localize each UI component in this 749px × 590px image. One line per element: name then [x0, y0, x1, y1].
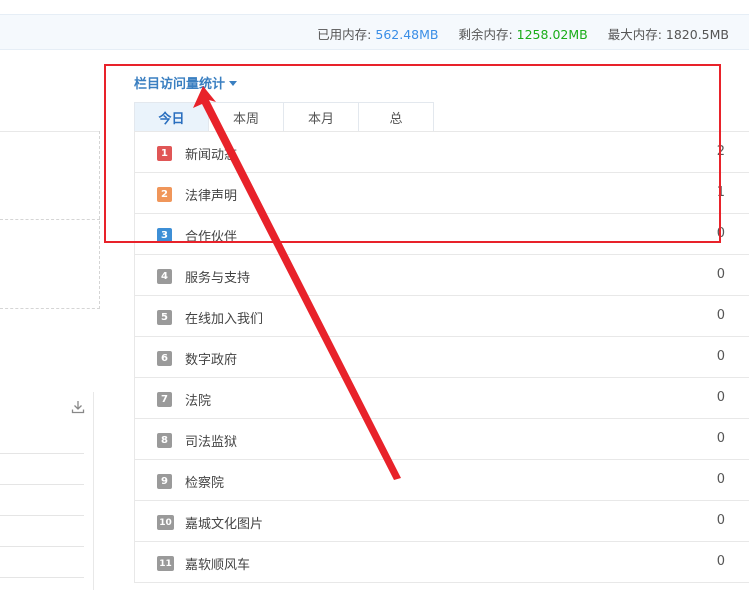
list-item[interactable]: 4 服务与支持 0 [135, 255, 749, 296]
column-name: 合作伙伴 [185, 230, 238, 245]
visit-count: 0 [716, 390, 725, 405]
rank-badge: 11 [157, 556, 174, 571]
used-memory-label: 已用内存: [317, 27, 372, 42]
free-memory-label: 剩余内存: [458, 27, 513, 42]
list-item[interactable]: 5 在线加入我们 0 [135, 296, 749, 337]
list-item[interactable]: 10 嘉城文化图片 0 [135, 501, 749, 542]
column-name: 司法监狱 [185, 435, 238, 450]
column-name: 在线加入我们 [185, 312, 264, 327]
memory-status-bar: 已用内存: 562.48MB 剩余内存: 1258.02MB 最大内存: 182… [0, 14, 749, 50]
list-item[interactable]: 3 合作伙伴 0 [135, 214, 749, 255]
column-name: 检察院 [185, 476, 225, 491]
visit-count: 0 [716, 513, 725, 528]
left-panel-box [0, 131, 100, 309]
rank-badge: 5 [157, 310, 172, 325]
visit-count: 0 [716, 431, 725, 446]
rank-badge: 4 [157, 269, 172, 284]
list-item[interactable]: 2 法律声明 1 [135, 173, 749, 214]
rank-badge: 10 [157, 515, 174, 530]
rank-badge: 7 [157, 392, 172, 407]
list-item[interactable]: 11 嘉软顺风车 0 [135, 542, 749, 583]
rank-badge: 6 [157, 351, 172, 366]
panel-title-dropdown[interactable]: 栏目访问量统计 [134, 73, 238, 92]
tab-1[interactable]: 本周 [209, 102, 284, 132]
tab-3[interactable]: 总 [359, 102, 434, 132]
left-table-rule [0, 453, 84, 454]
caret-down-icon [229, 81, 238, 86]
left-table-rule [0, 484, 84, 485]
visit-count: 0 [716, 472, 725, 487]
period-tabs: 今日 本周 本月总 [134, 102, 434, 132]
rank-badge: 3 [157, 228, 172, 243]
rank-badge: 2 [157, 187, 172, 202]
left-table-panel [0, 392, 94, 590]
list-item[interactable]: 7 法院 0 [135, 378, 749, 419]
visit-count: 0 [716, 349, 725, 364]
column-name: 法院 [185, 394, 212, 409]
visit-count: 0 [716, 554, 725, 569]
visit-stats-list: 1 新闻动态 2 2 法律声明 1 3 合作伙伴 0 4 服务与支持 0 5 在线加入我们 0 6 数字政府 0 7… [134, 131, 749, 583]
list-item[interactable]: 6 数字政府 0 [135, 337, 749, 378]
column-name: 服务与支持 [185, 271, 251, 286]
download-icon[interactable] [70, 399, 86, 415]
left-table-rule [0, 546, 84, 547]
panel-title: 栏目访问量统计 [134, 77, 226, 92]
left-table-rule [0, 515, 84, 516]
visit-count: 1 [716, 185, 725, 200]
rank-badge: 9 [157, 474, 172, 489]
visit-count: 0 [716, 226, 725, 241]
left-table-rule [0, 577, 84, 578]
tab-0[interactable]: 今日 [134, 102, 209, 132]
column-name: 数字政府 [185, 353, 238, 368]
column-name: 嘉软顺风车 [185, 558, 251, 573]
column-name: 嘉城文化图片 [185, 517, 264, 532]
rank-badge: 1 [157, 146, 172, 161]
rank-badge: 8 [157, 433, 172, 448]
list-item[interactable]: 8 司法监狱 0 [135, 419, 749, 460]
free-memory-value: 1258.02MB [516, 27, 588, 42]
tab-2[interactable]: 本月 [284, 102, 359, 132]
used-memory-value: 562.48MB [375, 27, 439, 42]
visit-count: 2 [716, 144, 725, 159]
visit-count: 0 [716, 308, 725, 323]
column-name: 新闻动态 [185, 148, 238, 163]
visit-count: 0 [716, 267, 725, 282]
memory-info: 已用内存: 562.48MB 剩余内存: 1258.02MB 最大内存: 182… [317, 24, 729, 43]
left-panel-separator [0, 219, 100, 220]
column-name: 法律声明 [185, 189, 238, 204]
max-memory-value: 1820.5MB [665, 27, 729, 42]
max-memory-label: 最大内存: [607, 27, 662, 42]
list-item[interactable]: 9 检察院 0 [135, 460, 749, 501]
list-item[interactable]: 1 新闻动态 2 [135, 132, 749, 173]
